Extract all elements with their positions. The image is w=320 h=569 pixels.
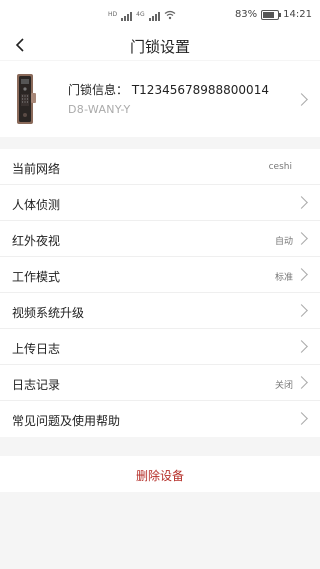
chevron-right-icon	[295, 196, 308, 209]
settings-row-upload-log[interactable]: 上传日志	[0, 329, 320, 365]
delete-device-label: 删除设备	[135, 469, 184, 483]
chevron-right-icon	[295, 412, 308, 425]
settings-row-label: 上传日志	[12, 342, 61, 356]
settings-list: 当前网络 ceshi 人体侦测红外夜视 自动工作模式 标准视频系统升级 上传日志日志记录 关…	[0, 149, 320, 437]
signal-indicators: HD 4G	[108, 8, 176, 22]
device-model: D8-WANY-Y	[68, 103, 131, 116]
clock: 14:21	[283, 9, 312, 20]
settings-row-motion-detection[interactable]: 人体侦测	[0, 185, 320, 221]
sim1-hd-tag: HD	[108, 11, 118, 18]
sim2-signal-icon	[148, 10, 160, 21]
settings-row-label: 常见问题及使用帮助	[12, 414, 121, 428]
chevron-right-icon	[295, 268, 308, 281]
chevron-right-icon	[295, 93, 308, 106]
sim1-signal-icon	[121, 10, 133, 21]
chevron-right-icon	[295, 340, 308, 353]
settings-row-value: ceshi	[268, 162, 292, 172]
status-bar: HD 4G 83% 14:21	[0, 0, 320, 30]
settings-row-night-vision[interactable]: 红外夜视 自动	[0, 221, 320, 257]
settings-row-log-record[interactable]: 日志记录 关闭	[0, 365, 320, 401]
door-lock-image	[17, 74, 36, 124]
battery-percent: 83%	[234, 9, 258, 20]
chevron-right-icon	[295, 232, 308, 245]
device-info-line: 门锁信息： T12345678988800014	[68, 81, 269, 98]
settings-row-video-upgrade[interactable]: 视频系统升级	[0, 293, 320, 329]
settings-row-work-mode[interactable]: 工作模式 标准	[0, 257, 320, 293]
settings-row-value: 自动	[274, 237, 293, 247]
settings-row-label: 人体侦测	[12, 198, 61, 212]
navigation-bar: 门锁设置	[0, 30, 320, 60]
device-info-label: 门锁信息：	[68, 83, 129, 97]
settings-row-label: 工作模式	[12, 270, 61, 284]
sim2-4g-tag: 4G	[136, 11, 145, 18]
settings-row-label: 当前网络	[12, 162, 61, 176]
settings-row-value: 关闭	[274, 381, 293, 391]
battery-icon	[261, 9, 282, 20]
chevron-right-icon	[295, 376, 308, 389]
device-serial: T12345678988800014	[131, 83, 269, 97]
device-info-card[interactable]: 门锁信息： T12345678988800014 D8-WANY-Y	[0, 61, 320, 137]
delete-device-button[interactable]: 删除设备	[0, 456, 320, 492]
settings-row-network[interactable]: 当前网络 ceshi	[0, 149, 320, 185]
page-title: 门锁设置	[129, 38, 190, 56]
settings-row-help-faq[interactable]: 常见问题及使用帮助	[0, 401, 320, 437]
settings-row-value: 标准	[274, 273, 293, 283]
settings-row-label: 日志记录	[12, 378, 61, 392]
settings-row-label: 红外夜视	[12, 234, 61, 248]
wifi-icon	[164, 10, 175, 20]
chevron-right-icon	[295, 304, 308, 317]
settings-row-label: 视频系统升级	[12, 306, 85, 320]
